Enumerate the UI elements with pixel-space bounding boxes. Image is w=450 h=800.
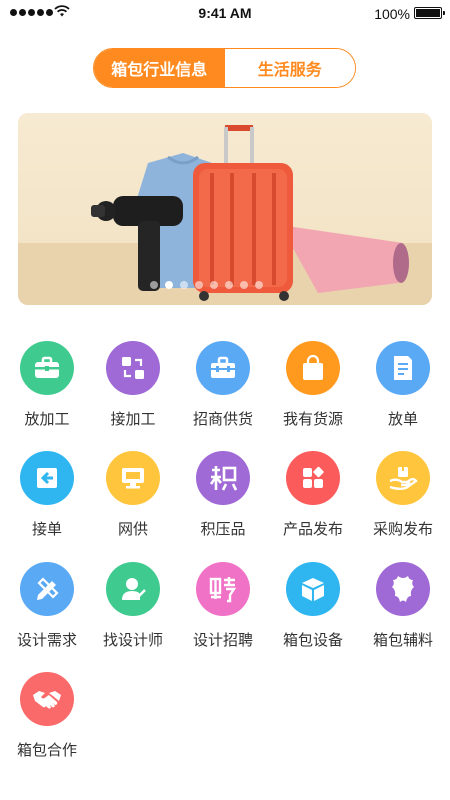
- banner-image: [18, 125, 432, 305]
- menu-item-label: 接单: [31, 520, 62, 538]
- menu-item-label: 箱包辅料: [372, 631, 433, 649]
- carousel-dot[interactable]: [195, 281, 203, 289]
- exchange-icon: [106, 341, 160, 395]
- menu-item-label: 找设计师: [102, 631, 163, 649]
- leather-icon: [376, 562, 430, 616]
- menu-item-bag-equipment[interactable]: 箱包设备: [268, 562, 358, 650]
- menu-item-outsource-processing[interactable]: 放加工: [2, 341, 92, 429]
- login-icon: [20, 451, 74, 505]
- menu-item-bag-accessories[interactable]: 箱包辅料: [358, 562, 448, 650]
- menu-item-label: 接加工: [110, 410, 156, 428]
- menu-item-purchase-release[interactable]: 采购发布: [358, 451, 448, 539]
- cube-icon: [286, 562, 340, 616]
- pencil-ruler-icon: [20, 562, 74, 616]
- tab-bag-industry-info[interactable]: 箱包行业信息: [94, 49, 225, 87]
- stock-icon: [196, 451, 250, 505]
- menu-item-supply-recruit[interactable]: 招商供货: [178, 341, 268, 429]
- menu-item-accept-processing[interactable]: 接加工: [88, 341, 178, 429]
- menu-item-take-order[interactable]: 接单: [2, 451, 92, 539]
- menu-item-overstock[interactable]: 积压品: [178, 451, 268, 539]
- menu-item-post-order[interactable]: 放单: [358, 341, 448, 429]
- carousel-dot[interactable]: [240, 281, 248, 289]
- menu-item-label: 放单: [387, 410, 418, 428]
- menu-item-label: 箱包合作: [16, 741, 77, 759]
- menu-item-my-goods-source[interactable]: 我有货源: [268, 341, 358, 429]
- hand-box-icon: [376, 451, 430, 505]
- carousel-indicators: [150, 281, 263, 289]
- menu-item-label: 产品发布: [282, 520, 343, 538]
- monitor-icon: [106, 451, 160, 505]
- menu-item-label: 我有货源: [282, 410, 343, 428]
- menu-item-design-demand[interactable]: 设计需求: [2, 562, 92, 650]
- segmented-tabs: 箱包行业信息 生活服务: [93, 48, 356, 88]
- designer-icon: [106, 562, 160, 616]
- battery-icon: [414, 7, 445, 19]
- carousel-dot[interactable]: [180, 281, 188, 289]
- menu-item-label: 设计需求: [16, 631, 77, 649]
- apps-icon: [286, 451, 340, 505]
- toolbox-icon: [196, 341, 250, 395]
- carousel-dot[interactable]: [255, 281, 263, 289]
- menu-item-label: 网供: [117, 520, 148, 538]
- menu-item-find-designer[interactable]: 找设计师: [88, 562, 178, 650]
- handshake-icon: [20, 672, 74, 726]
- menu-item-label: 放加工: [24, 410, 70, 428]
- carousel-dot[interactable]: [150, 281, 158, 289]
- carousel-dot-active[interactable]: [165, 281, 173, 289]
- menu-item-label: 箱包设备: [282, 631, 343, 649]
- menu-item-product-release[interactable]: 产品发布: [268, 451, 358, 539]
- carousel-dot[interactable]: [210, 281, 218, 289]
- menu-item-online-supply[interactable]: 网供: [88, 451, 178, 539]
- menu-item-design-recruit[interactable]: 设计招聘: [178, 562, 268, 650]
- menu-item-label: 招商供货: [192, 410, 253, 428]
- menu-item-label: 设计招聘: [192, 631, 253, 649]
- tab-life-services[interactable]: 生活服务: [224, 49, 355, 87]
- carousel-dot[interactable]: [225, 281, 233, 289]
- status-bar: 9:41 AM 100%: [0, 0, 450, 26]
- document-icon: [376, 341, 430, 395]
- menu-item-label: 采购发布: [372, 520, 433, 538]
- menu-item-label: 积压品: [200, 520, 246, 538]
- banner-carousel[interactable]: [18, 113, 432, 305]
- recruit-icon: [196, 562, 250, 616]
- battery-percent: 100%: [374, 6, 410, 22]
- shopping-bag-icon: [286, 341, 340, 395]
- briefcase-icon: [20, 341, 74, 395]
- menu-item-bag-cooperation[interactable]: 箱包合作: [2, 672, 92, 760]
